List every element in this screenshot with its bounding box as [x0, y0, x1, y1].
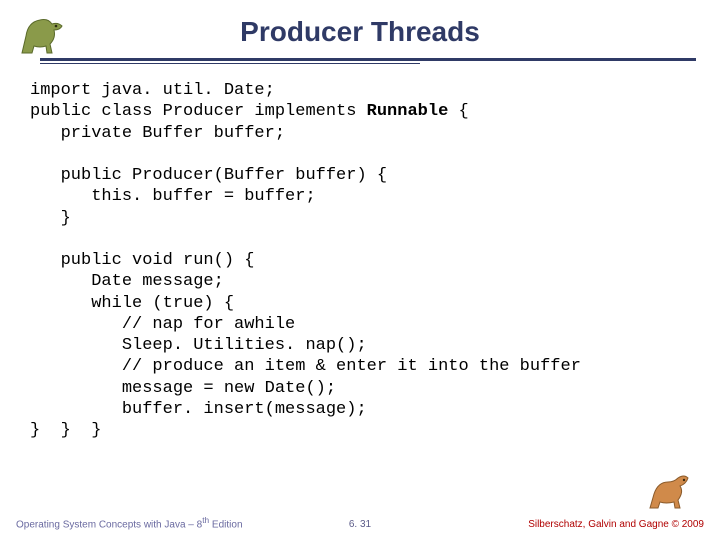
title-rule [40, 58, 696, 64]
code-line: { [448, 102, 468, 121]
code-line: buffer. insert(message); [30, 400, 367, 419]
code-line: // nap for awhile [30, 315, 295, 334]
slide-title: Producer Threads [0, 16, 720, 48]
code-line: public void run() { [30, 251, 254, 270]
footer-copyright: Silberschatz, Galvin and Gagne © 2009 [528, 519, 704, 530]
code-block: import java. util. Date; public class Pr… [30, 80, 581, 441]
code-line: } } } [30, 421, 101, 440]
code-line: private Buffer buffer; [30, 124, 285, 143]
code-line: this. buffer = buffer; [30, 187, 316, 206]
code-line: Date message; [30, 272, 224, 291]
code-line: message = new Date(); [30, 379, 336, 398]
code-line: while (true) { [30, 294, 234, 313]
code-line: public class Producer implements [30, 102, 367, 121]
code-line: import java. util. Date; [30, 81, 275, 100]
code-line: Sleep. Utilities. nap(); [30, 336, 367, 355]
slide: Producer Threads import java. util. Date… [0, 0, 720, 540]
code-line: // produce an item & enter it into the b… [30, 357, 581, 376]
code-keyword-runnable: Runnable [367, 102, 449, 121]
code-line: public Producer(Buffer buffer) { [30, 166, 387, 185]
dinosaur-right-icon [644, 468, 696, 512]
code-line: } [30, 209, 71, 228]
